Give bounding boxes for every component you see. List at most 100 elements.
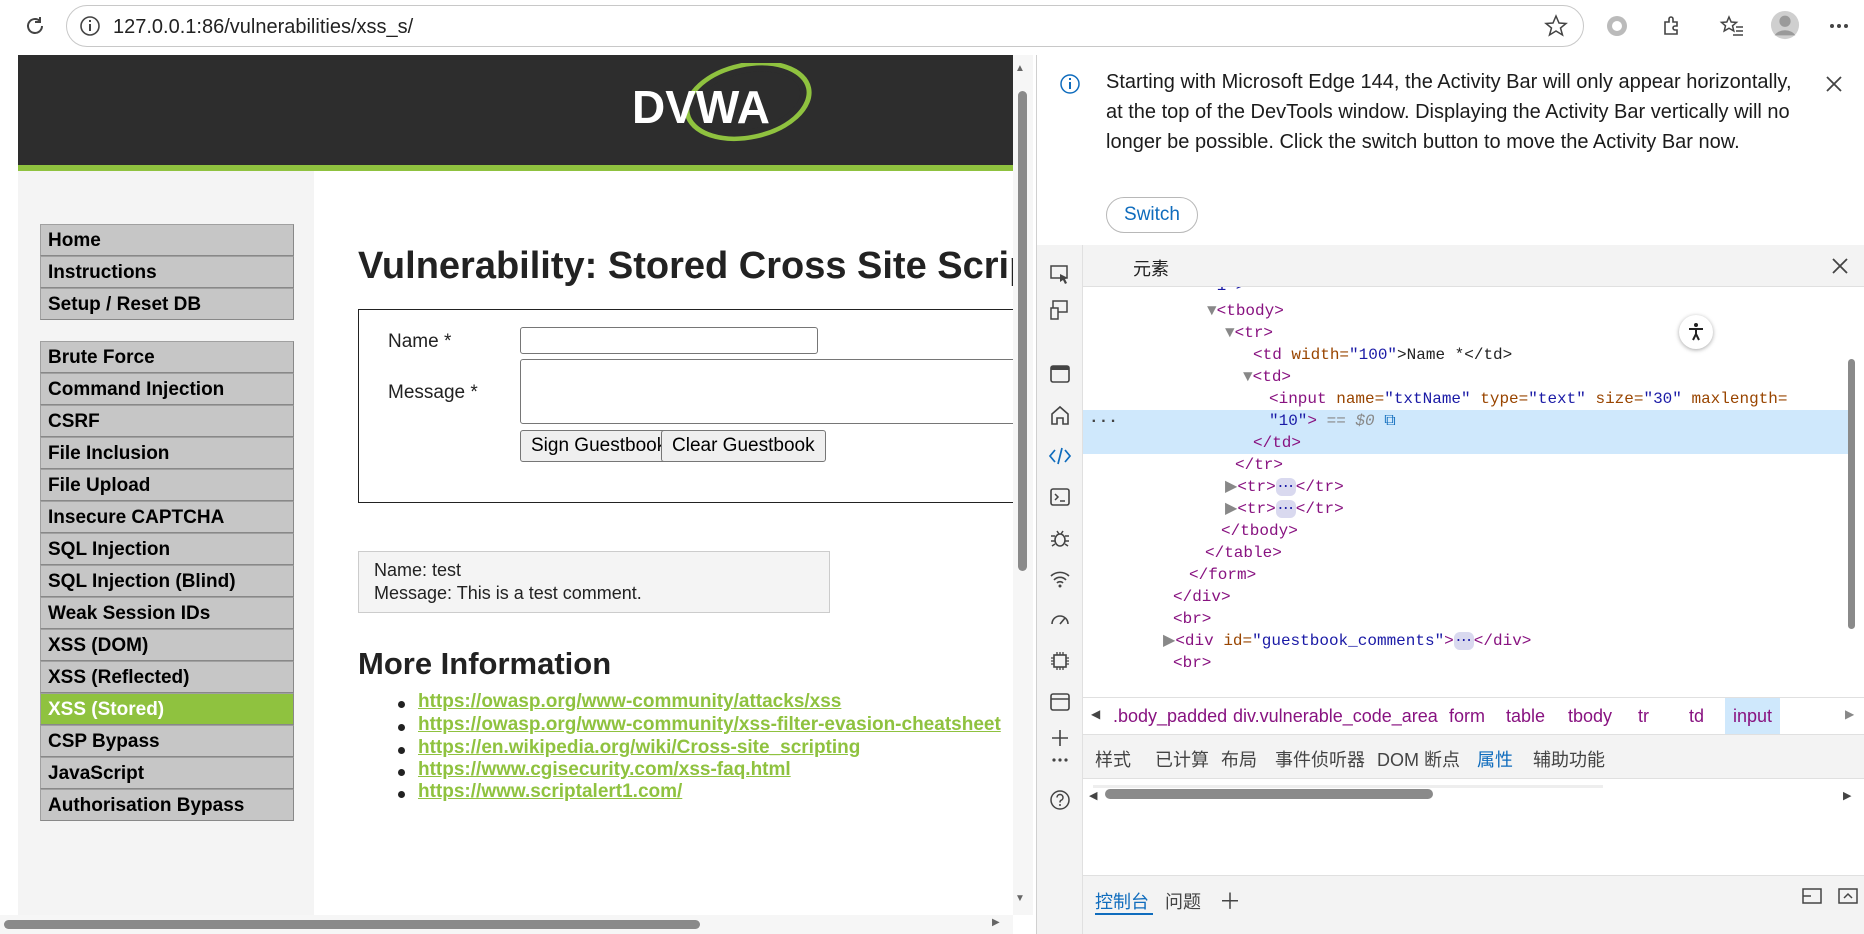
address-bar[interactable]: 127.0.0.1:86/vulnerabilities/xss_s/: [66, 5, 1584, 47]
sidebar-item-brute-force[interactable]: Brute Force: [40, 341, 294, 373]
profile-avatar-icon[interactable]: [1770, 10, 1800, 40]
link-cgisecurity[interactable]: https://www.cgisecurity.com/xss-faq.html: [418, 759, 791, 781]
tracking-icon[interactable]: [1602, 11, 1632, 41]
expand-drawer-icon[interactable]: [1837, 886, 1859, 911]
sources-bug-icon[interactable]: [1045, 523, 1075, 553]
sidebar-item-instructions[interactable]: Instructions: [40, 256, 294, 288]
sidebar-item-xss-stored[interactable]: XSS (Stored): [40, 693, 294, 725]
crumb-item[interactable]: input: [1725, 698, 1781, 734]
switch-button[interactable]: Switch: [1106, 197, 1198, 233]
subtab-item[interactable]: 属性: [1477, 746, 1513, 772]
name-input[interactable]: [520, 327, 818, 354]
tab-issues[interactable]: 问题: [1165, 888, 1201, 914]
sidebar-item-weak-session-ids[interactable]: Weak Session IDs: [40, 597, 294, 629]
dom-vertical-scrollbar[interactable]: [1845, 299, 1857, 695]
scroll-thumb[interactable]: [1848, 359, 1855, 629]
welcome-icon[interactable]: [1045, 359, 1075, 389]
close-devtools-icon[interactable]: [1831, 257, 1849, 280]
dom-line[interactable]: </form>: [1189, 564, 1256, 586]
sidebar-item-file-inclusion[interactable]: File Inclusion: [40, 437, 294, 469]
sidebar-item-csrf[interactable]: CSRF: [40, 405, 294, 437]
link-owasp-xss[interactable]: https://owasp.org/www-community/attacks/…: [418, 691, 841, 713]
favorites-list-icon[interactable]: [1717, 11, 1747, 41]
crumb-item[interactable]: tbody: [1568, 706, 1612, 727]
site-info-icon[interactable]: [75, 11, 105, 41]
crumb-item[interactable]: table: [1506, 706, 1545, 727]
clear-guestbook-button[interactable]: Clear Guestbook: [661, 430, 826, 462]
subtab-item[interactable]: 事件侦听器: [1275, 746, 1365, 772]
dom-line[interactable]: ▶<div id="guestbook_comments"> ⋯ </div>: [1163, 630, 1531, 652]
sidebar-item-file-upload[interactable]: File Upload: [40, 469, 294, 501]
dom-line[interactable]: </div>: [1173, 586, 1231, 608]
application-icon[interactable]: [1045, 687, 1075, 717]
dom-line[interactable]: </table>: [1205, 542, 1282, 564]
more-menu-icon[interactable]: [1824, 11, 1854, 41]
scroll-thumb[interactable]: [4, 920, 700, 929]
reload-icon[interactable]: [20, 11, 50, 41]
scroll-down-arrow-icon[interactable]: ▼: [1015, 893, 1025, 904]
hscroll-right-arrow-icon[interactable]: ▶: [1843, 789, 1851, 802]
close-notice-icon[interactable]: [1825, 75, 1843, 98]
dom-line[interactable]: ▼<tbody>: [1207, 300, 1284, 322]
memory-icon[interactable]: [1045, 646, 1075, 676]
sidebar-item-javascript[interactable]: JavaScript: [40, 757, 294, 789]
dom-line[interactable]: ▶<tr> ⋯ </tr>: [1225, 476, 1344, 498]
crumb-left-arrow-icon[interactable]: ◀: [1091, 707, 1100, 721]
dom-line[interactable]: ▼<td>: [1243, 366, 1291, 388]
accessibility-icon[interactable]: [1679, 315, 1713, 349]
subtab-item[interactable]: 样式: [1095, 746, 1131, 772]
scroll-up-arrow-icon[interactable]: ▲: [1015, 63, 1025, 74]
scroll-thumb[interactable]: [1105, 789, 1433, 799]
subtab-item[interactable]: DOM 断点: [1377, 746, 1460, 772]
inspect-icon[interactable]: [1045, 259, 1075, 289]
dom-line[interactable]: </tbody>: [1221, 520, 1298, 542]
device-emulation-icon[interactable]: [1045, 295, 1075, 325]
node-actions-icon[interactable]: ···: [1089, 410, 1118, 432]
subtab-item[interactable]: 已计算: [1155, 746, 1209, 772]
page-vertical-scrollbar[interactable]: ▲ ▼: [1013, 55, 1033, 915]
crumb-item[interactable]: td: [1689, 706, 1704, 727]
crumb-item[interactable]: tr: [1638, 706, 1649, 727]
dock-drawer-icon[interactable]: [1801, 886, 1823, 911]
dom-line[interactable]: <br>: [1173, 608, 1211, 630]
more-tools-icon[interactable]: [1045, 745, 1075, 775]
performance-icon[interactable]: [1045, 605, 1075, 635]
dom-line[interactable]: </tr>: [1235, 454, 1283, 476]
selected-dom-node[interactable]: [1083, 410, 1853, 454]
subtab-item[interactable]: 辅助功能: [1533, 746, 1605, 772]
extension-icon[interactable]: [1657, 11, 1687, 41]
dom-line[interactable]: ▼<tr>: [1225, 322, 1273, 344]
sidebar-item-xss-dom[interactable]: XSS (DOM): [40, 629, 294, 661]
dom-line[interactable]: </td>: [1253, 432, 1301, 454]
scroll-right-arrow-icon[interactable]: ▶: [992, 917, 1000, 928]
sidebar-item-sql-injection[interactable]: SQL Injection: [40, 533, 294, 565]
hscroll-left-arrow-icon[interactable]: ◀: [1089, 789, 1097, 802]
sidebar-item-command-injection[interactable]: Command Injection: [40, 373, 294, 405]
network-icon[interactable]: [1045, 564, 1075, 594]
link-owasp-cheatsheet[interactable]: https://owasp.org/www-community/xss-filt…: [418, 714, 1001, 736]
console-icon[interactable]: [1045, 482, 1075, 512]
dom-line[interactable]: <br>: [1173, 652, 1211, 674]
dom-line[interactable]: ▶<tr> ⋯ </tr>: [1225, 498, 1344, 520]
page-horizontal-scrollbar[interactable]: ▶: [0, 915, 1013, 934]
dom-line[interactable]: "1">: [1207, 287, 1245, 297]
message-textarea[interactable]: [520, 359, 1033, 424]
elements-icon[interactable]: [1045, 441, 1075, 471]
home-icon[interactable]: [1045, 400, 1075, 430]
dom-line[interactable]: "10"> == $0 ⧉: [1269, 410, 1396, 432]
subtab-item[interactable]: 布局: [1221, 746, 1257, 772]
tab-console[interactable]: 控制台: [1095, 888, 1149, 914]
link-wikipedia[interactable]: https://en.wikipedia.org/wiki/Cross-site…: [418, 737, 860, 759]
link-scriptalert[interactable]: https://www.scriptalert1.com/: [418, 781, 682, 803]
sidebar-item-setup-reset-db[interactable]: Setup / Reset DB: [40, 288, 294, 320]
url-text[interactable]: 127.0.0.1:86/vulnerabilities/xss_s/: [113, 16, 413, 39]
favorite-star-icon[interactable]: [1541, 11, 1571, 41]
crumb-item[interactable]: .body_padded: [1113, 706, 1227, 727]
crumb-item[interactable]: form: [1449, 706, 1485, 727]
crumb-right-arrow-icon[interactable]: ▶: [1845, 707, 1854, 721]
crumb-item[interactable]: div.vulnerable_code_area: [1233, 706, 1438, 727]
sidebar-item-insecure-captcha[interactable]: Insecure CAPTCHA: [40, 501, 294, 533]
sidebar-item-home[interactable]: Home: [40, 224, 294, 256]
sidebar-item-xss-reflected[interactable]: XSS (Reflected): [40, 661, 294, 693]
sign-guestbook-button[interactable]: Sign Guestbook: [520, 430, 678, 462]
